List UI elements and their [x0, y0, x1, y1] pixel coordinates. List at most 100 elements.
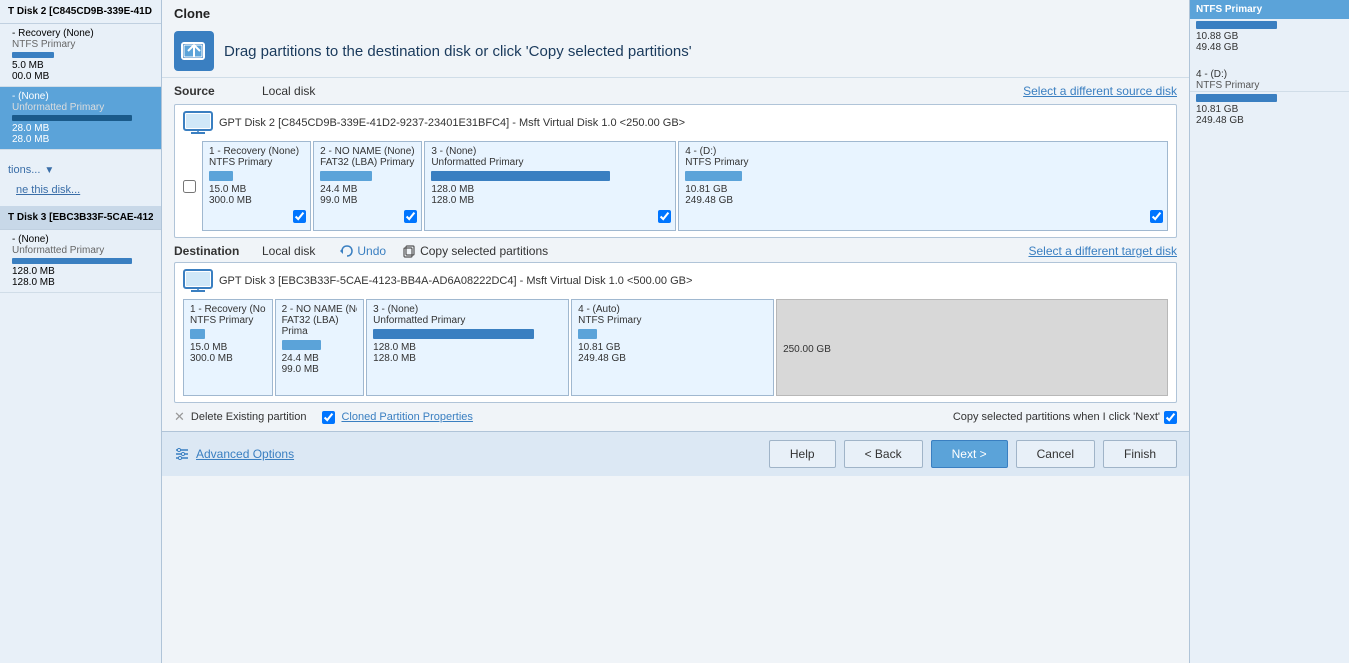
- source-partition-4: 4 - (D:) NTFS Primary 10.81 GB 249.48 GB: [678, 141, 1168, 231]
- cloned-props-label[interactable]: Cloned Partition Properties: [341, 411, 472, 423]
- footer-options: ✕ Delete Existing partition Cloned Parti…: [162, 403, 1189, 431]
- dp3-bar: [373, 329, 562, 339]
- dest-actions: Undo Copy selected partitions: [339, 244, 548, 258]
- sp2-checkbox[interactable]: [404, 210, 417, 223]
- sidebar-sizes-2: 28.0 MB 28.0 MB: [12, 123, 153, 145]
- sidebar-part-type-1: NTFS Primary: [12, 39, 153, 50]
- dest-sublabel: Local disk: [262, 244, 315, 258]
- sidebar-part-type-2: Unformatted Primary: [12, 102, 153, 113]
- copy-btn[interactable]: Copy selected partitions: [402, 244, 548, 258]
- sp4-sizes: 10.81 GB 249.48 GB: [685, 184, 1161, 206]
- dialog-header: Drag partitions to the destination disk …: [162, 23, 1189, 78]
- rs-header: NTFS Primary: [1190, 0, 1349, 19]
- dest-partition-empty: 250.00 GB: [776, 299, 1168, 396]
- sidebar-sizes-1: 5.0 MB 00.0 MB: [12, 60, 153, 82]
- dp1-type: NTFS Primary: [190, 315, 266, 326]
- sidebar-disk-name-1: T Disk 2 [C845CD9B-339E-41D: [8, 6, 153, 17]
- dest-disk-header: GPT Disk 3 [EBC3B33F-5CAE-4123-BB4A-AD6A…: [183, 269, 1168, 293]
- next-button[interactable]: Next >: [931, 440, 1008, 468]
- finish-button[interactable]: Finish: [1103, 440, 1177, 468]
- sp1-checkbox[interactable]: [293, 210, 306, 223]
- footer-btns: Help < Back Next > Cancel Finish: [769, 440, 1177, 468]
- rs-bar-row-1: [1190, 19, 1349, 31]
- copy-note: Copy selected partitions when I click 'N…: [953, 411, 1177, 424]
- dp2-type: FAT32 (LBA) Prima: [282, 315, 358, 337]
- sp4-type: NTFS Primary: [685, 157, 1161, 168]
- sp1-bar-row: [209, 171, 304, 181]
- sp1-checkbox-row: [293, 210, 306, 226]
- dp3-type: Unformatted Primary: [373, 315, 562, 326]
- dest-link[interactable]: Select a different target disk: [1028, 244, 1177, 258]
- source-partitions-container: 1 - Recovery (None) NTFS Primary 15.0 MB…: [202, 141, 1168, 231]
- dp2-bar-fill: [282, 340, 321, 350]
- cancel-button[interactable]: Cancel: [1016, 440, 1095, 468]
- source-sublabel: Local disk: [262, 84, 315, 98]
- sidebar-partition-1[interactable]: - Recovery (None) NTFS Primary 5.0 MB 00…: [0, 24, 161, 87]
- cloned-props-checkbox[interactable]: [322, 411, 335, 424]
- dialog-instruction: Drag partitions to the destination disk …: [224, 43, 692, 60]
- sp3-checkbox[interactable]: [658, 210, 671, 223]
- sp2-type: FAT32 (LBA) Primary: [320, 157, 415, 168]
- undo-btn[interactable]: Undo: [339, 244, 386, 258]
- sidebar-actions[interactable]: tions... ▼: [0, 160, 161, 180]
- dp4-bar: [578, 329, 767, 339]
- rs-sizes-2: 10.81 GB 249.48 GB: [1190, 104, 1349, 130]
- sidebar-disk-item-1[interactable]: T Disk 2 [C845CD9B-339E-41D: [0, 0, 161, 24]
- sp4-checkbox[interactable]: [1150, 210, 1163, 223]
- source-partition-2: 2 - NO NAME (None) FAT32 (LBA) Primary 2…: [313, 141, 422, 231]
- sidebar-disk-item-2[interactable]: T Disk 3 [EBC3B33F-5CAE-412: [0, 206, 161, 230]
- sp4-checkbox-row: [1150, 210, 1163, 226]
- dp1-bar-fill: [190, 329, 205, 339]
- source-partition-3: 3 - (None) Unformatted Primary 128.0 MB …: [424, 141, 676, 231]
- clone-dialog: Clone Drag partitions to the destination…: [162, 0, 1189, 663]
- source-monitor-icon: [183, 111, 213, 135]
- sp2-bar-row: [320, 171, 415, 181]
- sidebar-part-name-2: - (None): [12, 91, 153, 102]
- clone-icon: [174, 31, 214, 71]
- sidebar-partition-3[interactable]: - (None) Unformatted Primary 128.0 MB128…: [0, 230, 161, 293]
- sp4-bar: [685, 171, 742, 181]
- advanced-options-icon: [174, 446, 190, 462]
- dest-disk-info: GPT Disk 3 [EBC3B33F-5CAE-4123-BB4A-AD6A…: [219, 275, 692, 287]
- rs-part-1: 4 - (D:) NTFS Primary: [1190, 65, 1349, 92]
- help-button[interactable]: Help: [769, 440, 836, 468]
- rs-bar-1: [1196, 21, 1277, 29]
- source-link[interactable]: Select a different source disk: [1023, 84, 1177, 98]
- delete-x-icon: ✕: [174, 409, 185, 425]
- back-button[interactable]: < Back: [844, 440, 923, 468]
- sidebar-part-name-3: - (None): [12, 234, 153, 245]
- copy-note-checkbox[interactable]: [1164, 411, 1177, 424]
- sp1-type: NTFS Primary: [209, 157, 304, 168]
- source-main-checkbox[interactable]: [183, 180, 196, 193]
- left-sidebar: T Disk 2 [C845CD9B-339E-41D - Recovery (…: [0, 0, 162, 663]
- dest-monitor-icon: [183, 269, 213, 293]
- advanced-options-link[interactable]: Advanced Options: [174, 446, 294, 462]
- sidebar-clone-link[interactable]: ne this disk...: [0, 180, 161, 200]
- source-disk-info: GPT Disk 2 [C845CD9B-339E-41D2-9237-2340…: [219, 117, 685, 129]
- dp5-sizes: 250.00 GB: [783, 344, 1161, 355]
- copy-note-text: Copy selected partitions when I click 'N…: [953, 411, 1160, 423]
- dest-partition-3: 3 - (None) Unformatted Primary 128.0 MB …: [366, 299, 569, 396]
- copy-icon: [402, 244, 416, 258]
- dp2-bar: [282, 340, 358, 350]
- sp4-name: 4 - (D:): [685, 146, 1161, 157]
- sp1-bar: [209, 171, 233, 181]
- sp3-bar-row: [431, 171, 669, 181]
- dest-header: Destination Local disk Undo Copy selecte…: [162, 238, 1189, 262]
- sidebar-disk-name-2: T Disk 3 [EBC3B33F-5CAE-412: [8, 212, 153, 223]
- dp4-sizes: 10.81 GB 249.48 GB: [578, 342, 767, 364]
- dp4-type: NTFS Primary: [578, 315, 767, 326]
- sidebar-partition-2[interactable]: - (None) Unformatted Primary 28.0 MB 28.…: [0, 87, 161, 150]
- sidebar-bar-3: [12, 258, 132, 264]
- sp2-checkbox-row: [404, 210, 417, 226]
- dp3-sizes: 128.0 MB 128.0 MB: [373, 342, 562, 364]
- cloned-props-option[interactable]: Cloned Partition Properties: [322, 411, 472, 424]
- sp3-type: Unformatted Primary: [431, 157, 669, 168]
- right-sidebar: NTFS Primary 10.88 GB 49.48 GB 4 - (D:) …: [1189, 0, 1349, 663]
- sp3-checkbox-row: [658, 210, 671, 226]
- dp3-bar-fill: [373, 329, 534, 339]
- sp1-name: 1 - Recovery (None): [209, 146, 304, 157]
- source-partition-1: 1 - Recovery (None) NTFS Primary 15.0 MB…: [202, 141, 311, 231]
- dp2-name: 2 - NO NAME (None: [282, 304, 358, 315]
- dp3-name: 3 - (None): [373, 304, 562, 315]
